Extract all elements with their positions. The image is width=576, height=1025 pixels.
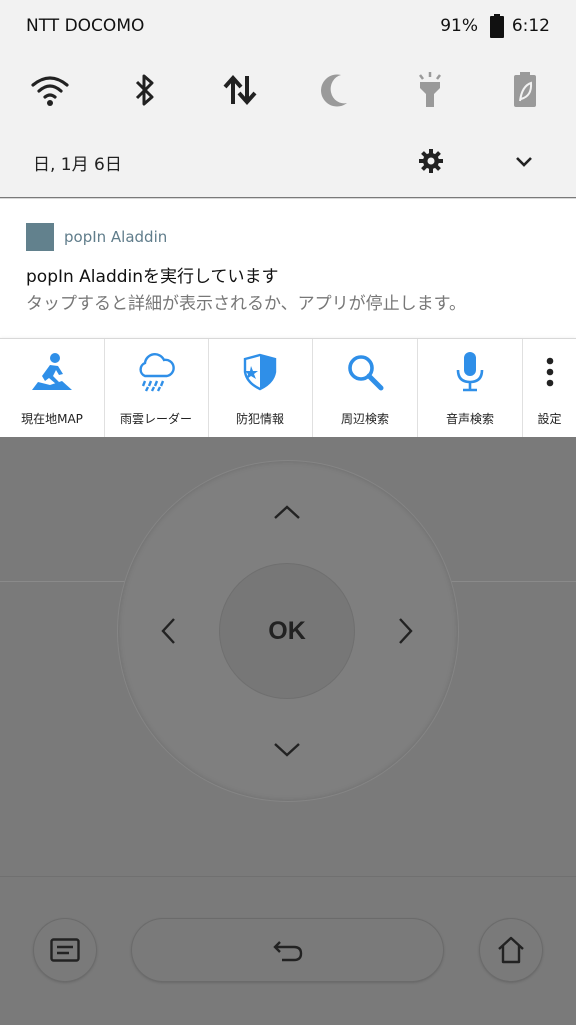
notification-actions: 現在地MAP 雨雲レーダー 防犯情報 周辺検索 音声検索 設定 xyxy=(0,338,576,438)
battery-saver-icon[interactable] xyxy=(505,70,545,110)
app-icon xyxy=(26,223,54,251)
chevron-right-icon[interactable] xyxy=(391,616,421,646)
menu-button[interactable] xyxy=(34,919,96,981)
notification-app-name: popIn Aladdin xyxy=(64,228,168,246)
date-row: 日, 1月 6日 xyxy=(0,138,576,182)
action-label: 設定 xyxy=(537,412,562,426)
action-label: 雨雲レーダー xyxy=(119,412,192,426)
microphone-icon xyxy=(456,352,484,392)
action-label: 周辺検索 xyxy=(340,412,389,426)
action-crime-info[interactable]: 防犯情報 xyxy=(208,339,313,438)
action-label: 音声検索 xyxy=(445,412,494,426)
action-nearby-search[interactable]: 周辺検索 xyxy=(313,339,418,438)
notification-title: popIn Aladdinを実行しています xyxy=(26,267,279,287)
settings-gear-icon[interactable] xyxy=(416,146,446,176)
shield-icon xyxy=(243,353,277,391)
flashlight-icon[interactable] xyxy=(410,70,450,110)
action-rain-radar[interactable]: 雨雲レーダー xyxy=(104,339,209,438)
back-button[interactable] xyxy=(132,919,443,981)
menu-icon xyxy=(50,938,80,962)
mobile-data-icon[interactable] xyxy=(220,70,260,110)
rain-cloud-icon xyxy=(139,353,175,392)
clock: 6:12 xyxy=(511,16,550,36)
wifi-icon[interactable] xyxy=(30,70,70,110)
chevron-left-icon[interactable] xyxy=(153,616,183,646)
action-current-location-map[interactable]: 現在地MAP xyxy=(0,339,105,438)
chevron-down-icon[interactable] xyxy=(272,735,302,765)
notification-shade: NTT DOCOMO 91% 6:12 日, 1月 6日 xyxy=(0,0,576,197)
more-vert-icon xyxy=(546,357,553,387)
ok-button[interactable]: OK xyxy=(220,564,354,698)
home-button[interactable] xyxy=(480,919,542,981)
search-icon xyxy=(348,355,384,391)
do-not-disturb-icon[interactable] xyxy=(316,70,356,110)
notification-text: タップすると詳細が表示されるか、アプリが停止します。 xyxy=(26,294,466,314)
home-icon xyxy=(498,936,524,964)
date-text: 日, 1月 6日 xyxy=(33,155,122,175)
walking-map-icon xyxy=(32,353,72,390)
back-arrow-icon xyxy=(272,941,302,962)
action-voice-search[interactable]: 音声検索 xyxy=(418,339,523,438)
notification-card[interactable]: popIn Aladdin popIn Aladdinを実行しています タップす… xyxy=(0,198,576,339)
chevron-up-icon[interactable] xyxy=(272,497,302,527)
quick-settings-row xyxy=(0,60,576,120)
bluetooth-icon[interactable] xyxy=(125,70,165,110)
chevron-down-icon[interactable] xyxy=(510,148,538,176)
action-label: 防犯情報 xyxy=(235,412,284,426)
status-bar: NTT DOCOMO 91% 6:12 xyxy=(0,0,576,52)
action-label: 現在地MAP xyxy=(21,412,83,426)
battery-percent: 91% xyxy=(440,16,478,36)
battery-icon xyxy=(490,14,504,38)
carrier-name: NTT DOCOMO xyxy=(26,16,145,36)
action-settings[interactable]: 設定 xyxy=(523,339,576,438)
